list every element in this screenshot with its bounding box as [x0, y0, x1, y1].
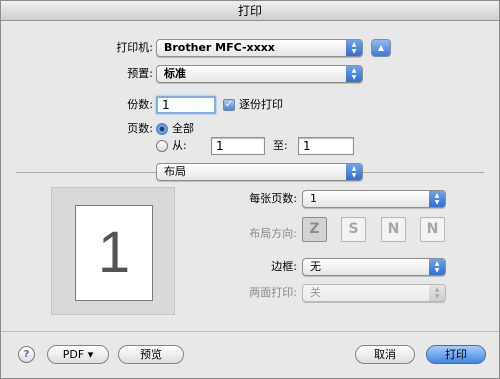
direction-n-reverse-button[interactable]: N	[420, 217, 445, 242]
pages-to-field[interactable]: 1	[298, 137, 354, 155]
pages-to-label: 至:	[273, 139, 288, 152]
printer-popup[interactable]: Brother MFC-xxxx ▲ ▼	[156, 39, 363, 57]
copies-label: 份数:	[127, 98, 153, 111]
checkmark-icon: ✓	[224, 99, 234, 110]
presets-label: 预置:	[127, 67, 153, 80]
printer-label: 打印机:	[116, 41, 153, 54]
chevron-updown-icon: ▲ ▼	[346, 40, 362, 56]
duplex-popup[interactable]: 关 ▲ ▼	[302, 284, 446, 302]
page-preview: 1	[51, 187, 175, 315]
panel-value: 布局	[164, 165, 186, 178]
pages-per-sheet-popup[interactable]: 1 ▲ ▼	[302, 190, 446, 208]
direction-n-reverse-icon: N	[426, 221, 439, 237]
border-label: 边框:	[271, 260, 297, 273]
chevron-updown-icon: ▲ ▼	[429, 191, 445, 207]
collate-checkbox[interactable]: ✓	[223, 99, 235, 111]
window-title: 打印	[1, 1, 499, 21]
chevron-updown-icon: ▲ ▼	[429, 285, 445, 301]
pages-all-radio[interactable]	[156, 123, 168, 135]
preview-button[interactable]: 预览	[118, 345, 184, 364]
pages-label: 页数:	[127, 122, 153, 135]
panel-popup[interactable]: 布局 ▲ ▼	[156, 163, 363, 181]
footer-divider	[1, 331, 499, 332]
collate-label: 逐份打印	[239, 98, 283, 111]
preview-page: 1	[75, 205, 153, 301]
layout-direction-label: 布局方向:	[249, 227, 297, 240]
copies-field[interactable]: 1	[156, 96, 216, 114]
triangle-up-icon: ▲	[377, 43, 385, 52]
chevron-updown-icon: ▲ ▼	[429, 259, 445, 275]
printer-value: Brother MFC-xxxx	[164, 41, 275, 54]
direction-z-icon: Z	[309, 221, 320, 237]
pdf-menu-button[interactable]: PDF ▾	[47, 345, 109, 364]
help-icon[interactable]: ?	[18, 346, 35, 363]
collapse-details-button[interactable]: ▲	[371, 39, 391, 57]
chevron-updown-icon: ▲ ▼	[346, 164, 362, 180]
direction-z-button[interactable]: Z	[302, 217, 327, 242]
direction-n-button[interactable]: N	[381, 217, 406, 242]
pages-per-sheet-value: 1	[310, 192, 317, 205]
pages-from-label: 从:	[172, 139, 187, 152]
border-popup[interactable]: 无 ▲ ▼	[302, 258, 446, 276]
direction-s-icon: S	[348, 221, 359, 237]
direction-n-icon: N	[387, 221, 400, 237]
pages-per-sheet-label: 每张页数:	[249, 192, 297, 205]
presets-value: 标准	[164, 67, 186, 80]
pages-all-label: 全部	[172, 122, 194, 135]
border-value: 无	[310, 260, 321, 273]
cancel-button[interactable]: 取消	[355, 345, 415, 364]
chevron-updown-icon: ▲ ▼	[346, 66, 362, 82]
duplex-value: 关	[310, 286, 321, 299]
pages-from-field[interactable]: 1	[211, 137, 265, 155]
print-button[interactable]: 打印	[426, 345, 486, 364]
pages-range-radio[interactable]	[156, 140, 168, 152]
duplex-label: 两面打印:	[249, 286, 297, 299]
presets-popup[interactable]: 标准 ▲ ▼	[156, 65, 363, 83]
direction-s-button[interactable]: S	[341, 217, 366, 242]
print-dialog: 打印 打印机: Brother MFC-xxxx ▲ ▼ ▲ 预置: 标准 ▲ ▼ …	[0, 0, 500, 379]
